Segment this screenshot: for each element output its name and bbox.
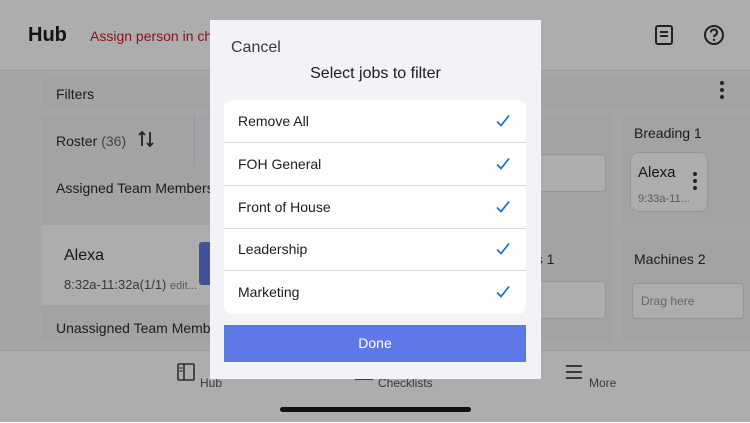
checkmark-icon [496,285,510,298]
job-item-label: Remove All [238,113,309,129]
dialog-title: Select jobs to filter [310,65,441,82]
job-list: Remove All FOH General Front of House Le… [224,100,526,314]
checkmark-icon [496,114,510,127]
checkmark-icon [496,157,510,170]
job-item-leadership[interactable]: Leadership [224,228,526,271]
job-item-label: Leadership [238,241,308,257]
job-item-label: Marketing [238,284,300,300]
done-button[interactable]: Done [224,325,526,362]
job-item-label: Front of House [238,199,331,215]
job-item-front-of-house[interactable]: Front of House [224,186,526,229]
checkmark-icon [496,242,510,255]
cancel-button[interactable]: Cancel [231,39,281,57]
job-filter-dialog: Cancel Select jobs to filter Remove All … [210,20,541,379]
job-item-marketing[interactable]: Marketing [224,271,526,313]
job-item-remove-all[interactable]: Remove All [224,100,526,143]
home-indicator [280,407,471,412]
checkmark-icon [496,200,510,213]
job-item-label: FOH General [238,156,322,172]
job-item-foh-general[interactable]: FOH General [224,143,526,186]
